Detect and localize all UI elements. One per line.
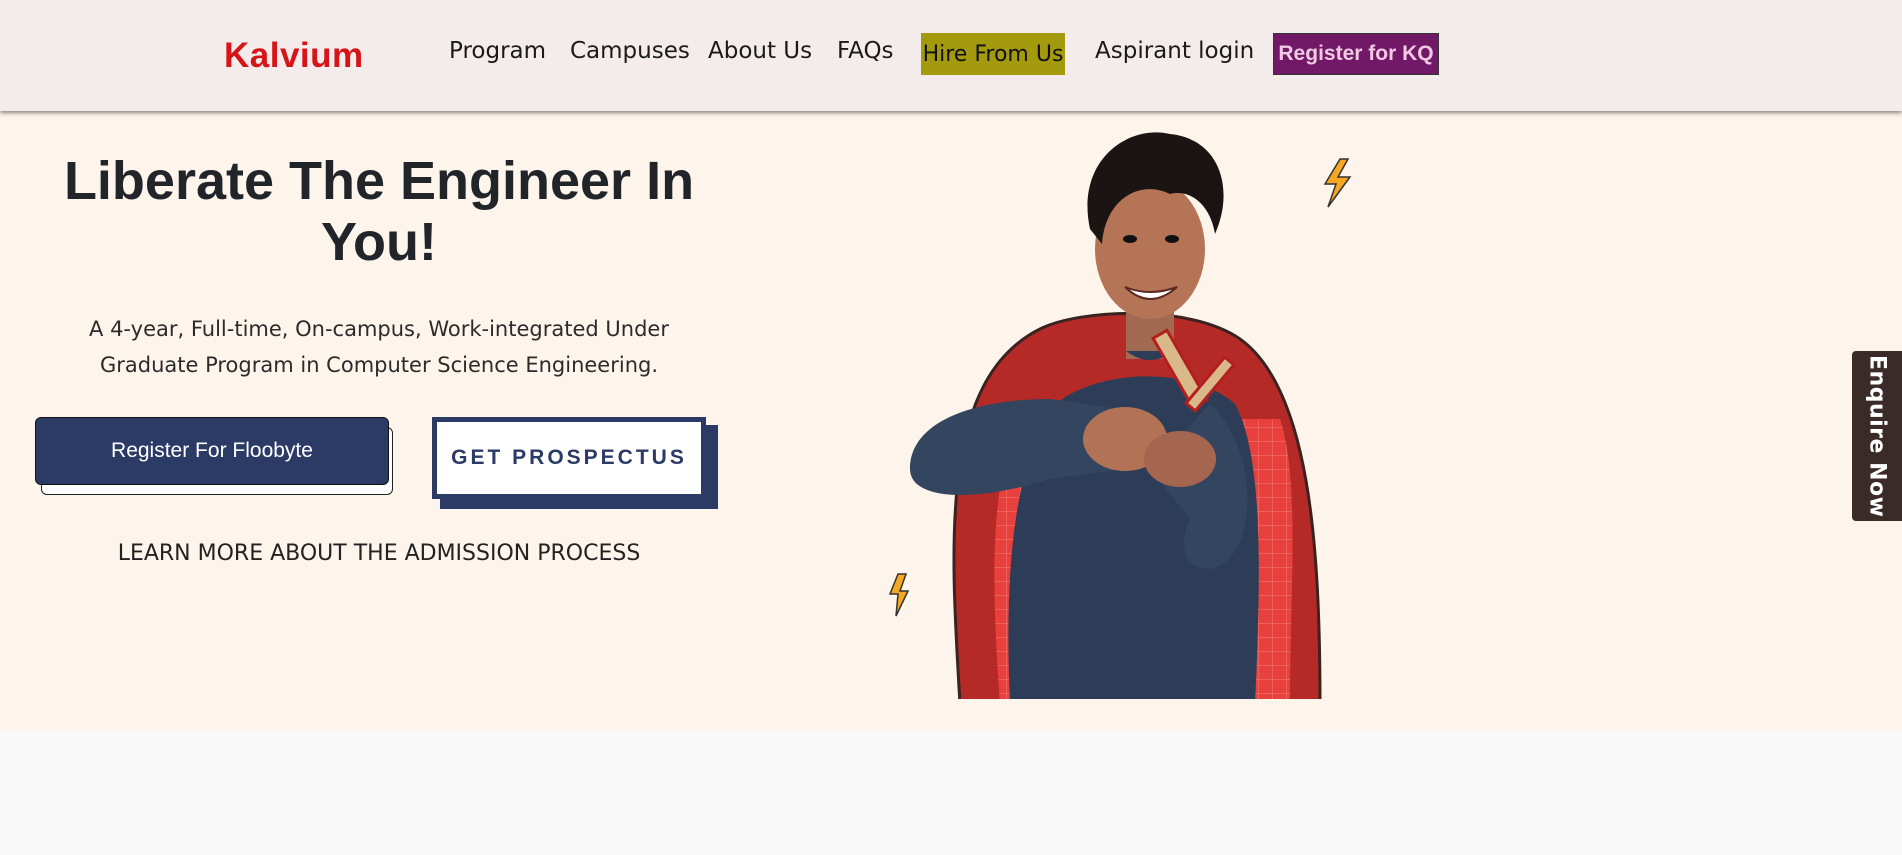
nav-program[interactable]: Program <box>449 38 546 64</box>
hire-from-us-button[interactable]: Hire From Us <box>921 33 1065 75</box>
kalvium-logo[interactable]: Kalvium <box>224 36 364 76</box>
nav-faqs[interactable]: FAQs <box>837 38 894 64</box>
register-floobyte-button[interactable]: Register For Floobyte <box>35 417 389 485</box>
hero-subtitle: A 4-year, Full-time, On-campus, Work-int… <box>89 317 669 377</box>
site-header: Kalvium Program Campuses About Us FAQs H… <box>0 0 1902 111</box>
hero-section: Liberate The Engineer In You! A 4-year, … <box>0 111 1902 731</box>
nav-about-us[interactable]: About Us <box>708 38 812 64</box>
register-floobyte-wrapper: Register For Floobyte <box>35 417 397 497</box>
enquire-now-tab[interactable]: Enquire Now <box>1852 351 1902 521</box>
prospectus-wrapper: GET PROSPECTUS <box>432 417 718 509</box>
enquire-now-label: Enquire Now <box>1864 354 1890 518</box>
register-kq-button[interactable]: Register for KQ <box>1273 33 1439 75</box>
nav-campuses[interactable]: Campuses <box>570 38 690 64</box>
learn-admission-link[interactable]: LEARN MORE ABOUT THE ADMISSION PROCESS <box>60 541 698 566</box>
student-with-cape-illustration <box>888 132 1352 699</box>
aspirant-login-link[interactable]: Aspirant login <box>1095 38 1254 64</box>
hero-title: Liberate The Engineer In You! <box>63 151 695 272</box>
get-prospectus-button[interactable]: GET PROSPECTUS <box>432 417 706 499</box>
